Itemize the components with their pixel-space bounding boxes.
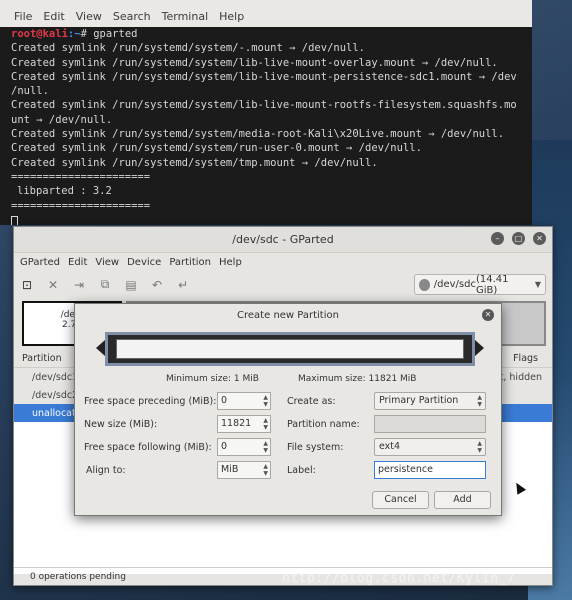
align-to-value: MiB [221,464,239,475]
create-as-combo[interactable]: Primary Partition ▲ ▼ [374,392,486,410]
new-size-value: 11821 [221,418,252,429]
prompt-command: # gparted [80,28,138,40]
terminal-line: Created symlink /run/systemd/system/-.mo… [11,42,366,55]
free-preceding-spinner[interactable]: 0 ▲ ▼ [217,392,271,410]
terminal-line: Created symlink /run/systemd/system/lib-… [11,70,517,83]
gparted-menu-view[interactable]: View [95,257,119,268]
partition-size-bar[interactable] [116,339,464,359]
dialog-titlebar[interactable]: Create new Partition ✕ [75,304,501,326]
gparted-menu-partition[interactable]: Partition [169,257,211,268]
terminal-line: unt → /dev/null. [11,113,113,126]
file-system-combo[interactable]: ext4 ▲ ▼ [374,438,486,456]
partition-name-field[interactable] [374,415,486,433]
column-flags[interactable]: Flags [513,353,538,364]
new-size-label: New size (MiB): [84,419,158,430]
resize-icon[interactable]: ⇥ [72,278,86,292]
free-following-label: Free space following (MiB): [84,442,212,453]
align-to-combo[interactable]: MiB ▲ ▼ [217,461,271,479]
file-system-label: File system: [287,442,344,453]
free-preceding-label: Free space preceding (MiB): [84,396,217,407]
undo-icon[interactable]: ↶ [150,278,164,292]
maximum-size-label: Maximum size: 11821 MiB [298,374,417,384]
align-to-label: Align to: [86,465,126,476]
free-following-value: 0 [221,441,228,452]
gparted-menu-device[interactable]: Device [127,257,161,268]
partition-name-label: Partition name: [287,419,360,430]
label-field[interactable]: persistence [374,461,486,479]
column-partition[interactable]: Partition [22,353,62,364]
terminal-window[interactable]: File Edit View Search Terminal Help root… [0,0,532,225]
add-button[interactable]: Add [434,491,491,509]
create-as-value: Primary Partition [379,395,459,406]
terminal-line: Created symlink /run/systemd/system/run-… [11,142,422,155]
prompt-user: root@kali [11,28,68,40]
label-label: Label: [287,465,316,476]
terminal-line: Created symlink /run/systemd/system/medi… [11,128,505,141]
terminal-line: libparted : 3.2 [17,185,112,198]
terminal-line: /null. [11,85,49,98]
row-partition-name: /dev/sdc2 [32,389,79,401]
spinner-arrows-icon[interactable]: ▲ ▼ [263,417,268,431]
new-size-spinner[interactable]: 11821 ▲ ▼ [217,415,271,433]
terminal-cursor [11,215,18,225]
terminal-line: Created symlink /run/systemd/system/tmp.… [11,156,378,169]
resize-left-handle-icon[interactable] [96,340,105,356]
watermark: http://blog.csdn.net/Kylin_7 [282,571,516,586]
minimum-size-label: Minimum size: 1 MiB [166,374,259,384]
terminal-menu-edit[interactable]: Edit [43,10,64,23]
chevron-down-icon: ▼ [534,280,541,289]
terminal-prompt-line: root@kali:~# gparted [11,27,532,41]
apply-icon[interactable]: ↵ [176,278,190,292]
row-partition-name: /dev/sdc1 [32,371,79,383]
dialog-title: Create new Partition [237,309,339,321]
paste-icon[interactable]: ▤ [124,278,138,292]
disk-icon [419,278,430,291]
resize-right-handle-icon[interactable] [475,340,484,356]
chevron-updown-icon: ▲ ▼ [263,463,268,477]
gparted-titlebar[interactable]: /dev/sdc - GParted – □ ✕ [14,227,552,253]
close-icon[interactable]: ✕ [482,309,494,321]
gparted-menu-gparted[interactable]: GParted [20,257,60,268]
cancel-button[interactable]: Cancel [372,491,429,509]
gparted-title: /dev/sdc - GParted [232,233,334,246]
terminal-menubar: File Edit View Search Terminal Help [0,0,532,27]
file-system-value: ext4 [379,441,401,452]
new-partition-icon[interactable]: ⊡ [20,278,34,292]
terminal-line: Created symlink /run/systemd/system/lib-… [11,99,517,112]
create-as-label: Create as: [287,396,336,407]
device-selector[interactable]: /dev/sdc (14.41 GiB) ▼ [414,273,546,296]
terminal-menu-view[interactable]: View [76,10,102,23]
partition-resizer[interactable] [96,332,484,366]
terminal-menu-help[interactable]: Help [219,10,244,23]
spinner-arrows-icon[interactable]: ▲ ▼ [263,394,268,408]
device-size: (14.41 GiB) [475,273,509,296]
chevron-updown-icon: ▲ ▼ [477,394,482,408]
minimize-icon[interactable]: – [491,232,504,245]
spinner-arrows-icon[interactable]: ▲ ▼ [263,440,268,454]
terminal-menu-search[interactable]: Search [113,10,151,23]
terminal-line: ====================== [11,199,151,212]
free-preceding-value: 0 [221,395,228,406]
terminal-output[interactable]: root@kali:~# gparted Created symlink /run… [0,27,532,225]
gparted-menu-help[interactable]: Help [219,257,242,268]
terminal-menu-terminal[interactable]: Terminal [162,10,209,23]
device-name: /dev/sdc [433,279,476,290]
maximize-icon[interactable]: □ [512,232,525,245]
chevron-updown-icon: ▲ ▼ [477,440,482,454]
gparted-toolbar: ⊡ ✕ ⇥ ⧉ ▤ ↶ ↵ /dev/sdc (14.41 GiB) ▼ [14,272,552,297]
terminal-line: ====================== [11,170,151,183]
create-partition-dialog[interactable]: Create new Partition ✕ Minimum size: 1 M… [74,303,502,516]
terminal-menu-file[interactable]: File [14,10,32,23]
gparted-menu-edit[interactable]: Edit [68,257,87,268]
free-following-spinner[interactable]: 0 ▲ ▼ [217,438,271,456]
copy-icon[interactable]: ⧉ [98,277,112,292]
gparted-menubar: GParted Edit View Device Partition Help [14,253,552,272]
close-icon[interactable]: ✕ [533,232,546,245]
prompt-path: :~ [67,28,81,40]
terminal-line: Created symlink /run/systemd/system/lib-… [11,56,498,69]
delete-icon[interactable]: ✕ [46,278,60,292]
